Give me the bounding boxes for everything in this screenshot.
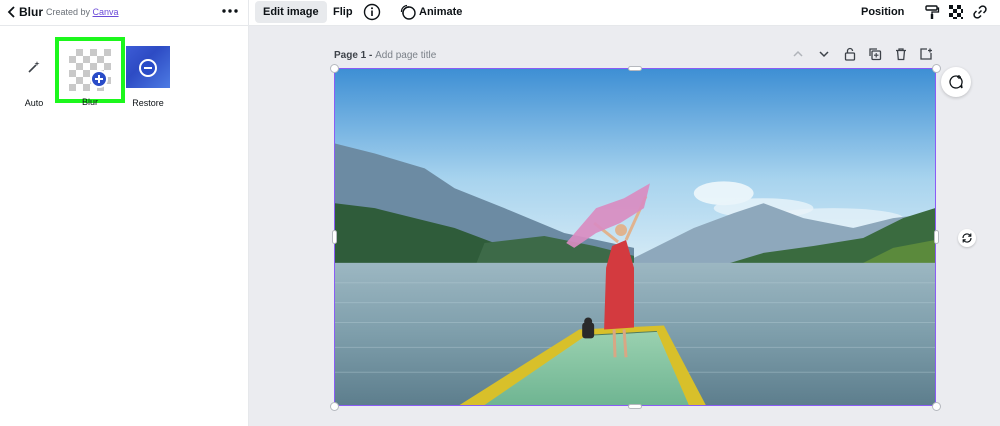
panel-title: Blur [19,5,43,19]
page-label: Page 1 - Add page title [334,50,436,61]
comment-add-icon [949,75,963,89]
page-number-label: Page 1 - [334,50,373,61]
editor-toolbar: Edit image Flip Animate Position [249,0,1000,26]
selected-image-frame[interactable] [334,68,936,406]
side-panel: Blur Created by Canva Auto Blur Restore [0,0,249,426]
rotate-button[interactable] [958,229,976,247]
trash-icon[interactable] [894,47,908,61]
created-by: Created by Canva [46,7,119,17]
resize-handle-top-right[interactable] [932,64,941,73]
info-icon[interactable] [363,3,381,21]
minus-circle-icon [139,59,157,77]
comment-button[interactable] [941,67,971,97]
duplicate-page-icon[interactable] [868,47,882,61]
chevron-down-icon[interactable] [817,47,831,61]
resize-handle-bottom-right[interactable] [932,402,941,411]
restore-tool-label: Restore [132,98,164,108]
paint-roller-icon[interactable] [924,4,940,20]
edit-image-button[interactable]: Edit image [255,1,327,23]
creator-link[interactable]: Canva [93,7,119,17]
resize-handle-right[interactable] [934,230,939,244]
resize-handle-top[interactable] [628,66,642,71]
resize-handle-top-left[interactable] [330,64,339,73]
panel-header: Blur Created by Canva [0,0,249,26]
magic-wand-icon [28,61,40,73]
lock-icon[interactable] [843,47,857,61]
auto-tool-label: Auto [24,98,44,108]
link-icon[interactable] [972,4,988,20]
transparency-icon[interactable] [948,4,964,20]
flip-button[interactable]: Flip [325,1,361,23]
back-chevron-icon[interactable] [6,5,18,19]
auto-tool-button[interactable]: Auto [14,46,54,110]
restore-tool-button[interactable]: Restore [126,46,170,110]
rotate-icon [962,233,972,243]
restore-thumbnail [126,46,170,88]
add-page-icon[interactable] [919,47,933,61]
plus-circle-icon [90,70,108,88]
position-button[interactable]: Position [853,1,912,23]
more-options-icon[interactable] [220,2,240,20]
animate-button[interactable]: Animate [411,1,470,23]
blur-thumbnail [69,49,111,91]
resize-handle-left[interactable] [332,230,337,244]
lake-photo [335,69,935,405]
resize-handle-bottom-left[interactable] [330,402,339,411]
created-by-prefix: Created by [46,7,91,17]
blur-tool-label: Blur [81,97,98,107]
resize-handle-bottom[interactable] [628,404,642,409]
chevron-up-icon[interactable] [791,47,805,61]
blur-tool-button[interactable]: Blur [55,37,125,107]
page-title-input[interactable]: Add page title [375,50,436,61]
